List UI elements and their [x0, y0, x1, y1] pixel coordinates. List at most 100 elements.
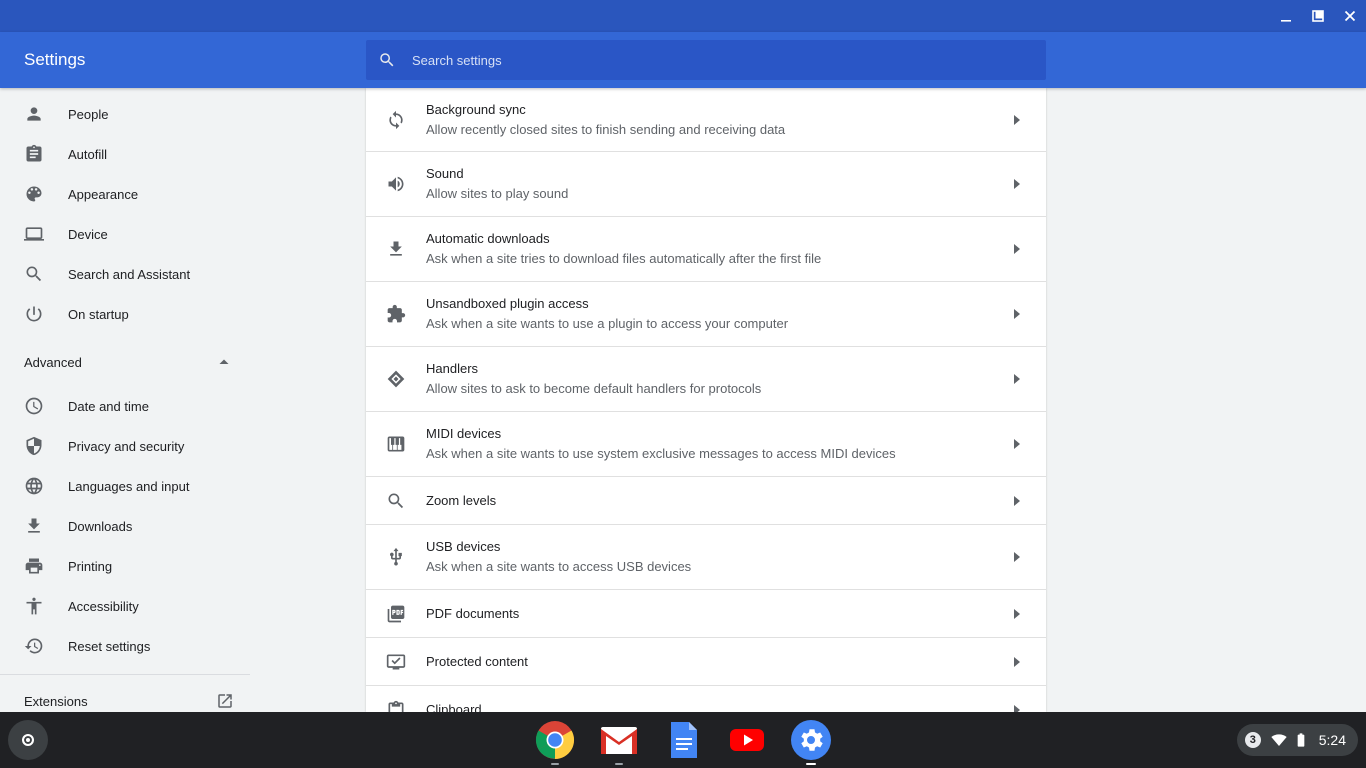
setting-row-sound[interactable]: Sound Allow sites to play sound: [366, 152, 1046, 217]
window-titlebar: [0, 0, 1366, 32]
arrow-right-icon: [1014, 244, 1020, 254]
sidebar-item-autofill[interactable]: Autofill: [0, 134, 250, 174]
sidebar-item-label: Appearance: [68, 186, 139, 202]
sidebar-item-languages[interactable]: Languages and input: [0, 466, 250, 506]
sidebar-item-label: Languages and input: [68, 478, 190, 494]
setting-row-pdf-documents[interactable]: PDF documents: [366, 590, 1046, 638]
setting-title: Sound: [426, 166, 464, 181]
sidebar-item-device[interactable]: Device: [0, 214, 250, 254]
advanced-section-toggle[interactable]: Advanced: [0, 338, 250, 386]
setting-row-clipboard[interactable]: Clipboard: [366, 686, 1046, 712]
setting-subtitle: Ask when a site wants to access USB devi…: [426, 559, 692, 574]
gmail-icon: [601, 727, 637, 754]
sidebar-item-label: Date and time: [68, 398, 149, 414]
setting-row-handlers[interactable]: Handlers Allow sites to ask to become de…: [366, 347, 1046, 412]
sidebar-item-label: Printing: [68, 558, 113, 574]
sidebar-item-label: Downloads: [68, 518, 133, 534]
close-icon: [1344, 10, 1356, 22]
sidebar-item-on-startup[interactable]: On startup: [0, 294, 250, 334]
arrow-right-icon: [1014, 439, 1020, 449]
page-title: Settings: [24, 50, 86, 69]
setting-title: Protected content: [426, 653, 528, 669]
sidebar-item-people[interactable]: People: [0, 94, 250, 134]
battery-icon: [1293, 732, 1309, 748]
arrow-right-icon: [1014, 179, 1020, 189]
setting-title: Zoom levels: [426, 492, 497, 508]
sidebar: People Autofill Appearance Device Search…: [0, 88, 250, 712]
person-icon: [24, 104, 44, 124]
youtube-icon: [730, 729, 764, 751]
wifi-icon: [1271, 732, 1287, 748]
shelf-app-chrome[interactable]: [531, 720, 579, 765]
setting-row-background-sync[interactable]: Background sync Allow recently closed si…: [366, 88, 1046, 152]
arrow-right-icon: [1014, 656, 1020, 667]
sidebar-item-reset-settings[interactable]: Reset settings: [0, 626, 250, 666]
search-icon: [24, 264, 44, 284]
sidebar-item-downloads[interactable]: Downloads: [0, 506, 250, 546]
search-box[interactable]: [366, 40, 1046, 80]
puzzle-icon: [386, 304, 406, 324]
zoom-icon: [386, 491, 406, 511]
sidebar-item-label: People: [68, 106, 109, 122]
history-icon: [24, 636, 44, 656]
setting-subtitle: Ask when a site wants to use a plugin to…: [426, 316, 789, 331]
printer-icon: [24, 556, 44, 576]
app-running-indicator: [806, 763, 816, 765]
sidebar-item-appearance[interactable]: Appearance: [0, 174, 250, 214]
setting-subtitle: Ask when a site tries to download files …: [426, 251, 822, 266]
sidebar-item-label: Device: [68, 226, 108, 242]
setting-subtitle: Allow sites to ask to become default han…: [426, 381, 762, 396]
accessibility-icon: [24, 596, 44, 616]
setting-subtitle: Allow sites to play sound: [426, 186, 569, 201]
launcher-icon: [22, 734, 34, 746]
sidebar-item-label: Reset settings: [68, 638, 151, 654]
system-clock: 5:24: [1318, 732, 1346, 748]
caret-up-icon: [219, 359, 229, 364]
setting-row-midi-devices[interactable]: MIDI devices Ask when a site wants to us…: [366, 412, 1046, 477]
status-tray[interactable]: 3 5:24: [1236, 724, 1358, 756]
setting-row-unsandboxed-plugin[interactable]: Unsandboxed plugin access Ask when a sit…: [366, 282, 1046, 347]
arrow-right-icon: [1014, 704, 1020, 712]
shelf-app-docs[interactable]: [659, 720, 707, 760]
sidebar-item-date-time[interactable]: Date and time: [0, 386, 250, 426]
sidebar-item-label: Accessibility: [68, 598, 139, 614]
setting-row-automatic-downloads[interactable]: Automatic downloads Ask when a site trie…: [366, 217, 1046, 282]
shelf-app-settings[interactable]: [787, 720, 835, 765]
setting-subtitle: Allow recently closed sites to finish se…: [426, 121, 786, 137]
docs-icon: [671, 722, 697, 758]
palette-icon: [24, 184, 44, 204]
sidebar-item-label: Privacy and security: [68, 438, 185, 454]
restore-button[interactable]: [1302, 0, 1334, 32]
advanced-label: Advanced: [24, 354, 82, 370]
launcher-button[interactable]: [8, 720, 48, 760]
sidebar-item-privacy-security[interactable]: Privacy and security: [0, 426, 250, 466]
power-icon: [24, 304, 44, 324]
sidebar-item-accessibility[interactable]: Accessibility: [0, 586, 250, 626]
close-button[interactable]: [1334, 0, 1366, 32]
setting-title: Automatic downloads: [426, 231, 550, 246]
setting-row-zoom-levels[interactable]: Zoom levels: [366, 477, 1046, 525]
piano-icon: [386, 434, 406, 454]
app-running-indicator: [615, 763, 623, 765]
arrow-right-icon: [1014, 552, 1020, 562]
download-icon: [24, 516, 44, 536]
shelf-app-gmail[interactable]: [595, 720, 643, 765]
sidebar-item-label: Autofill: [68, 146, 108, 162]
setting-row-protected-content[interactable]: Protected content: [366, 638, 1046, 686]
sidebar-item-label: On startup: [68, 306, 129, 322]
open-in-new-icon: [218, 694, 232, 708]
setting-row-usb-devices[interactable]: USB devices Ask when a site wants to acc…: [366, 525, 1046, 590]
minimize-button[interactable]: [1270, 0, 1302, 32]
arrow-right-icon: [1014, 309, 1020, 319]
sidebar-item-search-assistant[interactable]: Search and Assistant: [0, 254, 250, 294]
shelf-app-youtube[interactable]: [723, 720, 771, 760]
window-controls: [1270, 0, 1366, 32]
pdf-icon: [386, 604, 406, 624]
sidebar-item-printing[interactable]: Printing: [0, 546, 250, 586]
setting-title: MIDI devices: [426, 426, 502, 441]
setting-title: PDF documents: [426, 605, 520, 621]
notification-count-badge: 3: [1244, 732, 1261, 748]
globe-icon: [24, 476, 44, 496]
search-input[interactable]: [412, 52, 1012, 68]
search-icon: [380, 53, 394, 67]
